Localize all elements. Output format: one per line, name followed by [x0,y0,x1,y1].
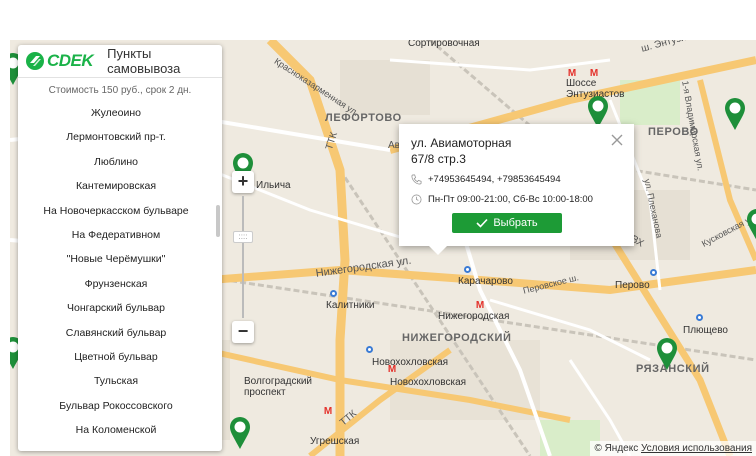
street-label: Плющево [683,325,728,336]
zoom-slider-track[interactable] [242,196,244,318]
metro-icon: M [567,68,577,79]
station-icon [464,266,471,273]
metro-icon: M [589,68,599,79]
delivery-info: Стоимость 150 руб., срок 2 дн. [48,85,192,96]
select-button-label: Выбрать [493,217,538,229]
street-label: Новохохловская [372,357,449,368]
street-label: Сортировочная [408,40,480,49]
clock-icon [411,194,422,205]
map-copyright: © Яндекс Условия использования [590,441,756,456]
select-button[interactable]: Выбрать [452,213,562,233]
district-label: НИЖЕГОРОДСКИЙ [402,332,512,344]
list-item[interactable]: Бульвар Рокоссовского [18,394,214,418]
list-item[interactable]: Лермонтовский пр-т. [18,125,214,149]
metro-icon: M [387,364,397,375]
metro-icon: M [475,300,485,311]
station-icon [330,290,337,297]
panel-title: Пункты самовывоза [107,46,181,76]
phone-numbers: +74953645494, +79853645494 [428,174,561,185]
logo-text: CDEK [47,51,94,70]
list-item[interactable]: Цветной бульвар [18,345,214,369]
list-item[interactable]: Славянский бульвар [18,321,214,345]
street-label: Угрешская [310,436,360,447]
popup-pointer [429,246,447,255]
pickup-pin-icon[interactable] [724,97,746,131]
district-label: ЛЕФОРТОВО [325,112,402,124]
check-icon [476,218,488,228]
station-icon [650,269,657,276]
popup-address: ул. Авиамоторная 67/8 стр.3 [411,135,511,167]
metro-icon: M [323,406,333,417]
street-label: Ильича [256,180,291,191]
street-label: Карачарово [458,276,513,287]
street-label: Волгоградский проспект [244,376,312,398]
pickup-point-popup: ул. Авиамоторная 67/8 стр.3 +74953645494… [399,124,634,255]
panel-header: CDEK Пункты самовывоза [18,45,222,78]
street-label: Калитники [326,300,375,311]
list-item[interactable]: На Федеративном [18,223,214,247]
close-icon[interactable] [610,133,624,147]
street-label: Перово [615,280,650,291]
cdek-logo: CDEK [25,51,94,71]
list-item[interactable]: Фрунзенская [18,272,214,296]
terms-link[interactable]: Условия использования [641,443,752,454]
pickup-pin-icon[interactable] [746,208,756,242]
street-label: Нижегородская [438,311,510,322]
list-item[interactable]: "Новые Черёмушки" [18,247,214,271]
pickup-points-panel: CDEK Пункты самовывоза Стоимость 150 руб… [18,45,222,451]
list-item[interactable]: Кантемировская [18,174,214,198]
phone-icon [411,174,422,185]
pickup-pin-icon[interactable] [229,416,251,450]
station-icon [366,346,373,353]
street-label: Новохохловская [390,377,467,388]
working-hours: Пн-Пт 09:00-21:00, Сб-Вс 10:00-18:00 [428,194,593,205]
list-item[interactable]: Тульская [18,369,214,393]
station-icon [696,314,703,321]
pickup-list: Жулеоино Лермонтовский пр-т. Люблино Кан… [18,101,214,442]
pickup-pin-icon[interactable] [656,337,678,371]
popup-phones-row: +74953645494, +79853645494 [411,174,561,185]
popup-hours-row: Пн-Пт 09:00-21:00, Сб-Вс 10:00-18:00 [411,194,593,205]
zoom-slider-handle[interactable]: :::: [233,231,253,243]
list-item[interactable]: На Новочеркасском бульваре [18,199,214,223]
list-item[interactable]: Люблино [18,150,214,174]
panel-scrollbar[interactable] [216,205,220,237]
address-building: 67/8 стр.3 [411,152,466,166]
list-item[interactable]: Жулеоино [18,101,214,125]
address-street: ул. Авиамоторная [411,136,512,150]
zoom-out-button[interactable]: − [232,321,254,343]
zoom-in-button[interactable]: + [232,171,254,193]
copyright-text: © Яндекс [594,443,639,454]
list-item[interactable]: Чонгарский бульвар [18,296,214,320]
cdek-logo-icon [26,52,44,70]
list-item[interactable]: На Коломенской [18,418,214,442]
